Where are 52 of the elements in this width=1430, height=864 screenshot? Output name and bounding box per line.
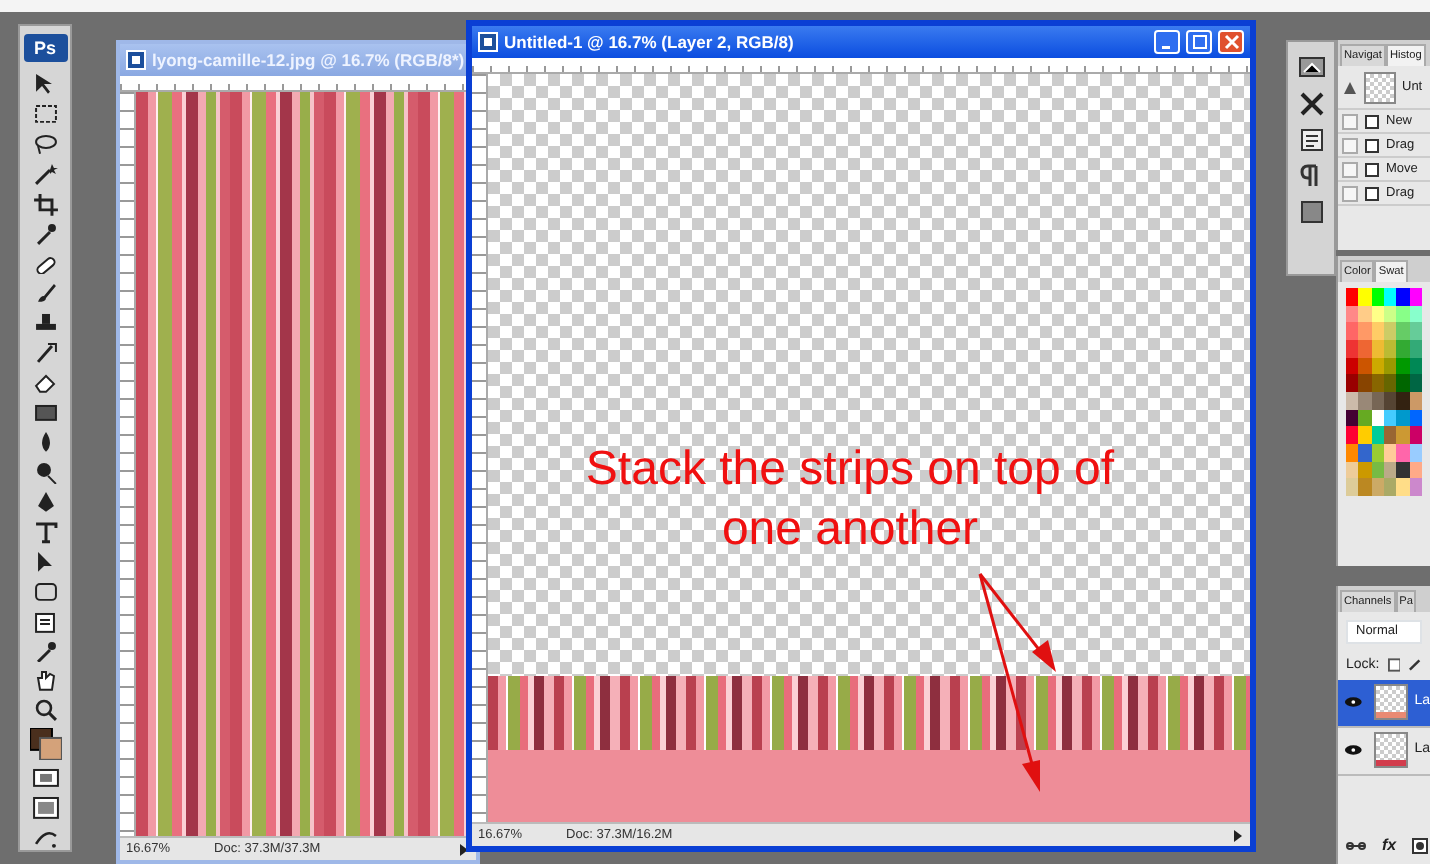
brush-source-icon <box>1342 79 1358 95</box>
minimize-button[interactable] <box>1154 30 1180 54</box>
app-logo: Ps <box>23 34 67 62</box>
snapshot-thumbnail <box>1364 71 1396 103</box>
play-icon[interactable] <box>1232 829 1244 841</box>
tools-icon[interactable] <box>1297 90 1325 116</box>
marquee-tool-icon[interactable] <box>31 101 59 126</box>
document-icon <box>126 50 146 70</box>
wand-tool-icon[interactable] <box>31 161 59 186</box>
stamp-tool-icon[interactable] <box>31 310 59 335</box>
play-icon[interactable] <box>458 843 470 855</box>
mask-icon[interactable] <box>1412 838 1429 854</box>
close-button[interactable] <box>1218 30 1244 54</box>
eyedropper-tool-icon[interactable] <box>31 639 59 663</box>
lasso-tool-icon[interactable] <box>31 131 59 156</box>
lock-pixels-icon[interactable] <box>1408 658 1422 673</box>
eraser-tool-icon[interactable] <box>31 370 59 395</box>
gradient-tool-icon[interactable] <box>31 400 59 425</box>
history-brush-tool-icon[interactable] <box>31 340 59 365</box>
zoom-tool-icon[interactable] <box>31 698 59 723</box>
link-icon[interactable] <box>1346 840 1366 852</box>
color-swatches-icon[interactable] <box>29 728 61 761</box>
lock-transparency-icon[interactable] <box>1387 658 1401 673</box>
shape-tool-icon[interactable] <box>31 579 59 604</box>
eye-icon[interactable] <box>1344 744 1363 757</box>
layer-style-button[interactable]: fx <box>1382 834 1397 858</box>
maximize-button[interactable] <box>1186 30 1212 54</box>
swirl-icon[interactable] <box>31 826 59 850</box>
quick-mask-icon[interactable] <box>31 766 59 791</box>
window-title: lyong-camille-12.jpg @ 16.7% (RGB/8*) <box>152 47 465 73</box>
screen-mode-icon[interactable] <box>31 796 59 821</box>
hand-tool-icon[interactable] <box>31 668 59 693</box>
checkbox[interactable] <box>1342 185 1358 201</box>
navigator-icon[interactable] <box>1297 54 1325 80</box>
note-tool-icon[interactable] <box>31 609 59 634</box>
eye-icon[interactable] <box>1344 696 1363 709</box>
layer-comps-icon[interactable] <box>1297 198 1325 224</box>
dodge-tool-icon[interactable] <box>31 459 59 484</box>
checkbox[interactable] <box>1342 113 1358 129</box>
close-icon <box>1223 34 1239 50</box>
layer-thumbnail <box>1374 684 1409 721</box>
checkbox[interactable] <box>1342 137 1358 153</box>
document-icon <box>478 32 498 52</box>
type-tool-icon[interactable] <box>31 519 59 544</box>
maximize-icon <box>1191 34 1207 50</box>
layer-thumbnail <box>1374 732 1409 769</box>
checkbox[interactable] <box>1342 161 1358 177</box>
annotation-text: Stack the strips on top of one another <box>583 440 1117 560</box>
window-title: Untitled-1 @ 16.7% (Layer 2, RGB/8) <box>504 29 794 55</box>
crop-tool-icon[interactable] <box>31 191 59 216</box>
eyedropper-tool-icon[interactable] <box>31 221 59 246</box>
character-icon[interactable] <box>1297 126 1325 152</box>
